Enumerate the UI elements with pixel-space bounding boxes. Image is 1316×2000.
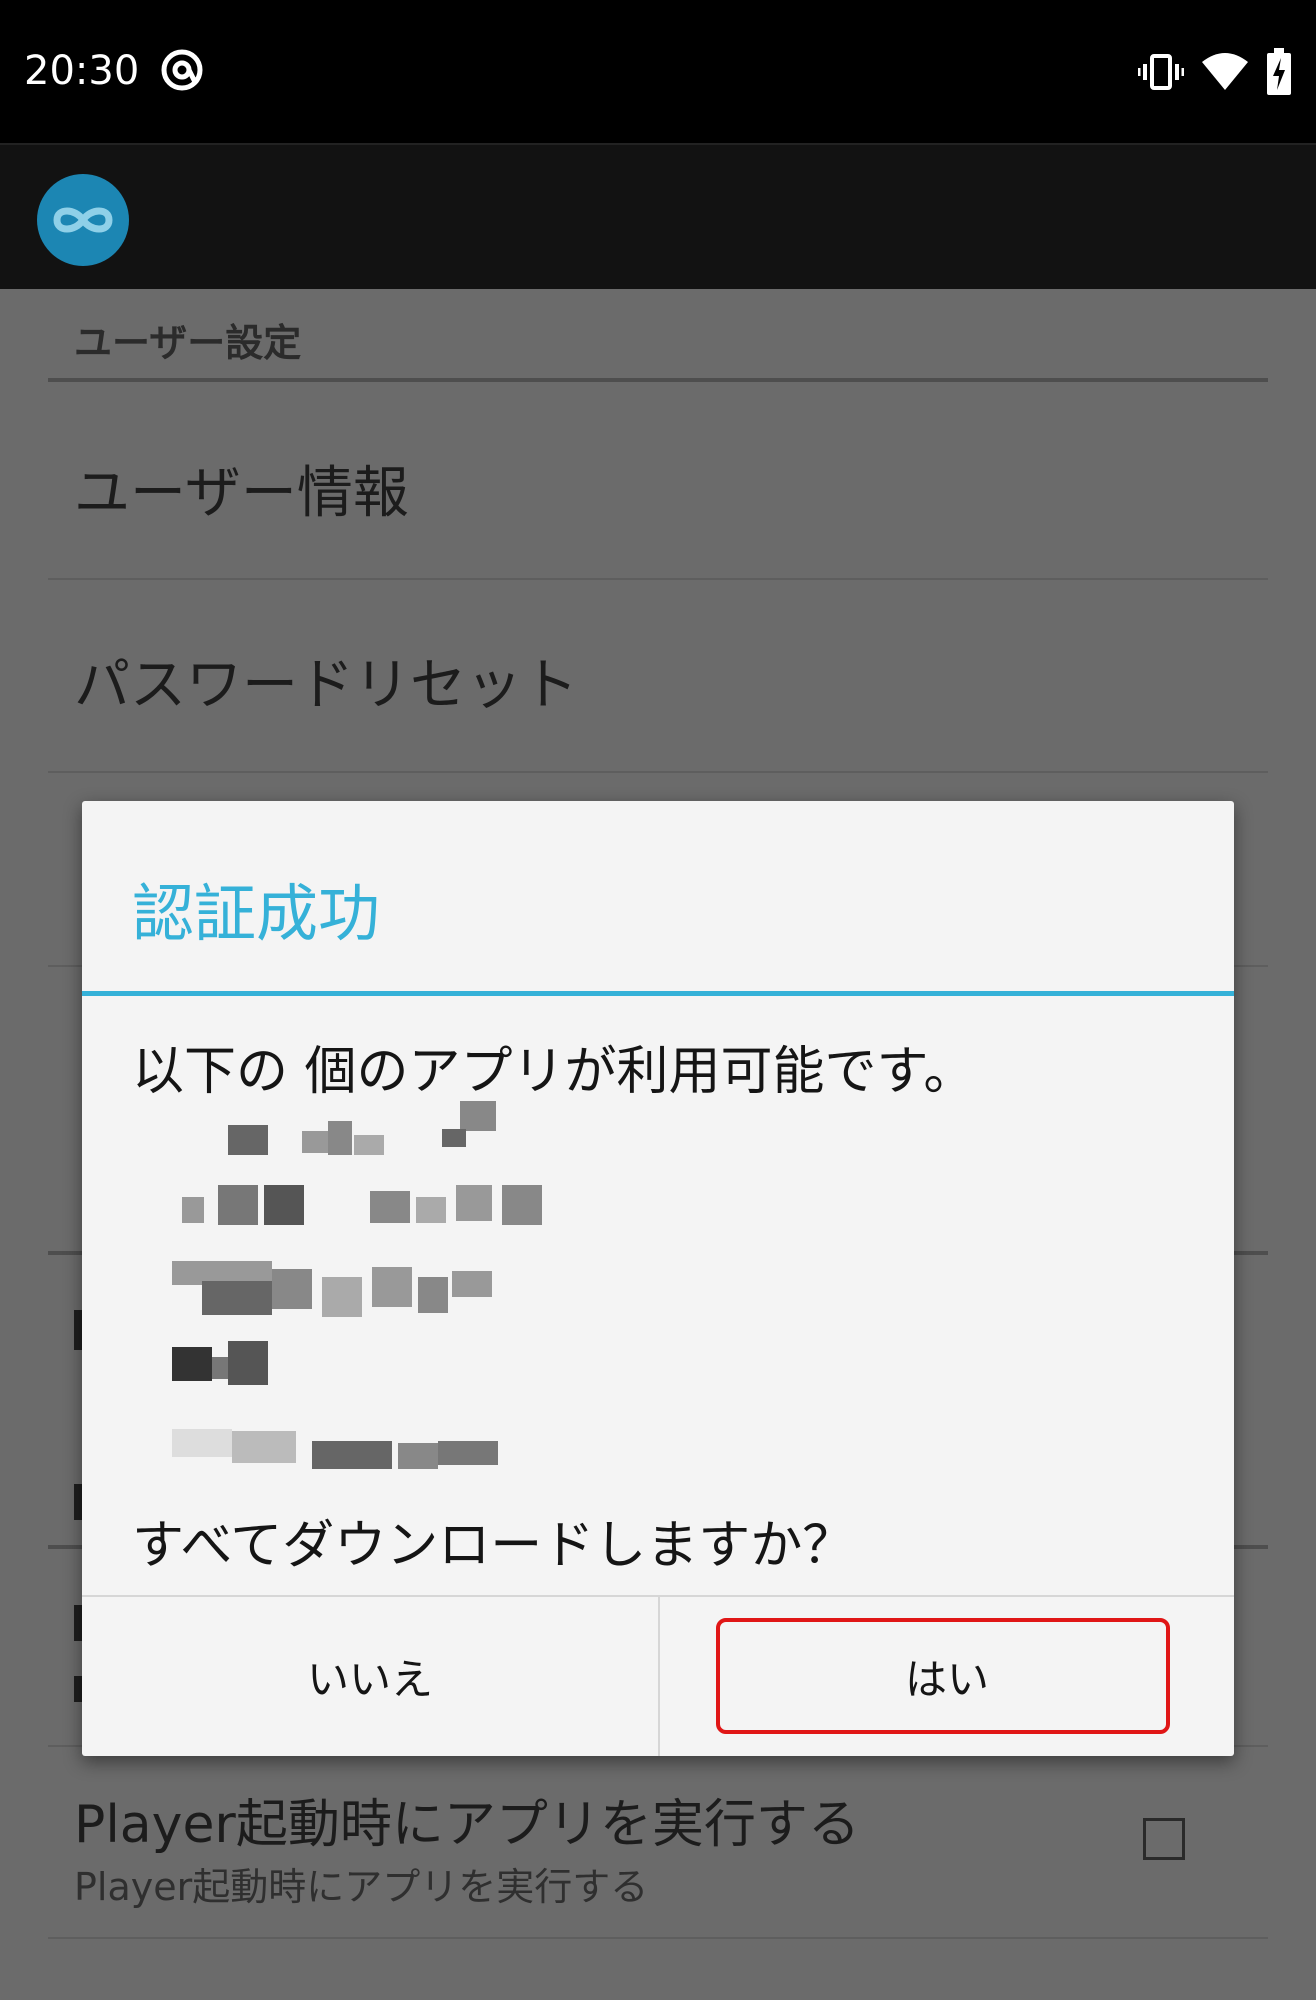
no-button[interactable]: いいえ [82,1597,658,1756]
dialog-title: 認証成功 [132,877,381,950]
dialog-question: すべてダウンロードしますか？ [132,1516,855,1576]
row-divider [48,1937,1268,1939]
app-bar [0,143,1316,289]
autorun-title: Player起動時にアプリを実行する [74,1795,860,1855]
settings-item-user-info[interactable]: ユーザー情報 [74,448,409,529]
auth-success-dialog: 認証成功 以下の 個のアプリが利用可能です。 すべてダウンロードしますか？ いい… [82,801,1234,1756]
battery-charging-icon [1267,48,1291,95]
obscured-app-name [172,1261,492,1317]
dialog-message: 以下の 個のアプリが利用可能です。 [132,1042,976,1102]
row-divider [48,771,1268,773]
autorun-subtitle: Player起動時にアプリを実行する [74,1865,649,1909]
row-divider [48,578,1268,580]
obscured-app-name [182,1185,542,1225]
status-time: 20:30 [24,48,140,94]
category-header: ユーザー設定 [74,321,302,365]
at-sign-icon [161,49,203,91]
infinity-logo-icon[interactable] [37,174,129,266]
dialog-title-divider [82,991,1234,996]
category-divider [48,378,1268,382]
status-bar: 20:30 [0,0,1316,143]
settings-item-password-reset[interactable]: パスワードリセット [74,640,578,721]
wifi-icon [1202,53,1248,90]
obscured-app-list [172,1101,542,1469]
obscured-app-name [228,1101,496,1155]
yes-button[interactable]: はい [660,1597,1234,1756]
autorun-checkbox[interactable] [1143,1818,1185,1860]
vibrate-icon [1138,54,1184,90]
obscured-app-name [172,1341,268,1385]
obscured-app-name [172,1429,498,1469]
